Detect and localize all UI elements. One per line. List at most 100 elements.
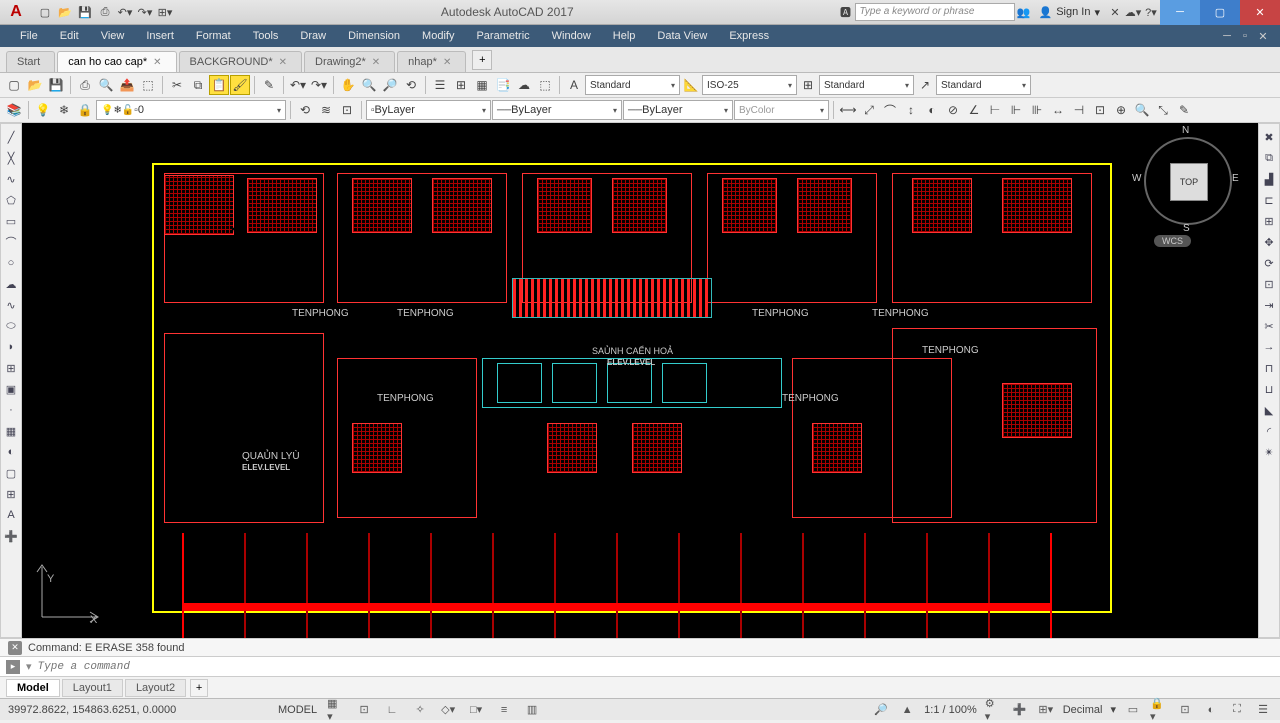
offset-icon[interactable]: ⊏ bbox=[1260, 191, 1278, 209]
tab-start[interactable]: Start bbox=[6, 51, 55, 72]
copy-icon[interactable]: ⧉ bbox=[188, 75, 208, 95]
hatch-icon[interactable]: ▦ bbox=[2, 422, 20, 440]
paste-icon[interactable]: 📋 bbox=[209, 75, 229, 95]
doc-close-icon[interactable]: ✕ bbox=[1256, 30, 1270, 43]
close-icon[interactable]: ✕ bbox=[153, 57, 161, 68]
mleaderstyle-icon[interactable]: ↗ bbox=[915, 75, 935, 95]
command-input[interactable] bbox=[38, 661, 1274, 673]
layeriso-icon[interactable]: ⊡ bbox=[337, 100, 357, 120]
redo-icon[interactable]: ↷▾ bbox=[309, 75, 329, 95]
3ddwf-icon[interactable]: ⬚ bbox=[138, 75, 158, 95]
polar-icon[interactable]: ✧ bbox=[411, 701, 429, 719]
trim-icon[interactable]: ✂ bbox=[1260, 317, 1278, 335]
snap-icon[interactable]: ⊡ bbox=[355, 701, 373, 719]
dcenter-icon[interactable]: ⊞ bbox=[451, 75, 471, 95]
plotstyle-dropdown[interactable]: ByColor bbox=[734, 100, 829, 120]
menu-view[interactable]: View bbox=[91, 28, 135, 44]
ortho-icon[interactable]: ∟ bbox=[383, 701, 401, 719]
arc-icon[interactable]: ⌒ bbox=[2, 233, 20, 251]
osnap-icon[interactable]: □▾ bbox=[467, 701, 485, 719]
xline-icon[interactable]: ╳ bbox=[2, 149, 20, 167]
revcloud-icon[interactable]: ☁ bbox=[2, 275, 20, 293]
layerprev-icon[interactable]: ⟲ bbox=[295, 100, 315, 120]
space-label[interactable]: MODEL bbox=[278, 704, 317, 716]
tab-nhap[interactable]: nhap*✕ bbox=[397, 51, 466, 72]
wcs-badge[interactable]: WCS bbox=[1154, 235, 1191, 247]
tablestyle-dropdown[interactable]: Standard bbox=[819, 75, 914, 95]
model-space[interactable]: TENPHONG TENPHONG TENPHONG TENPHONG TENP… bbox=[22, 123, 1258, 638]
cleanscreen-icon[interactable]: ⛶ bbox=[1228, 701, 1246, 719]
hwacc-icon[interactable]: ◐ bbox=[1202, 701, 1220, 719]
maximize-button[interactable]: ▢ bbox=[1200, 0, 1240, 25]
addselected-icon[interactable]: ➕ bbox=[2, 527, 20, 545]
exchange-icon[interactable]: ✕ bbox=[1106, 3, 1124, 21]
textstyle-icon[interactable]: A bbox=[564, 75, 584, 95]
close-icon[interactable]: ✕ bbox=[372, 57, 380, 68]
autodesk-icon[interactable]: 🅰 bbox=[837, 3, 855, 21]
grid-icon[interactable]: ▦ ▾ bbox=[327, 701, 345, 719]
table-icon[interactable]: ⊞ bbox=[2, 485, 20, 503]
qview-icon[interactable]: ▭ bbox=[1124, 701, 1142, 719]
dimstyle-icon[interactable]: 📐 bbox=[681, 75, 701, 95]
ws-icon[interactable]: ⊞▾ bbox=[1037, 701, 1055, 719]
markup-icon[interactable]: ☁ bbox=[514, 75, 534, 95]
dim-ord-icon[interactable]: ↕ bbox=[901, 100, 921, 120]
search-input[interactable]: Type a keyword or phrase bbox=[855, 3, 1015, 21]
zoomwin-icon[interactable]: 🔎 bbox=[380, 75, 400, 95]
new-tab-button[interactable]: + bbox=[472, 50, 492, 70]
qnew-icon[interactable]: ▢ bbox=[4, 75, 24, 95]
save-icon[interactable]: 💾 bbox=[46, 75, 66, 95]
scale-label[interactable]: 1:1 / 100% bbox=[924, 704, 977, 716]
add-layout-button[interactable]: + bbox=[190, 679, 208, 697]
lineweight-dropdown[interactable]: ── ByLayer bbox=[623, 100, 733, 120]
qprops-icon[interactable]: 🔎 bbox=[872, 701, 890, 719]
publish-icon[interactable]: 📤 bbox=[117, 75, 137, 95]
erase-icon[interactable]: ✖ bbox=[1260, 128, 1278, 146]
dimedit-icon[interactable]: ✎ bbox=[1174, 100, 1194, 120]
ellipse-icon[interactable]: ⬭ bbox=[2, 317, 20, 335]
qcalc-icon[interactable]: ⬚ bbox=[535, 75, 555, 95]
line-icon[interactable]: ╱ bbox=[2, 128, 20, 146]
help-icon[interactable]: ?▾ bbox=[1142, 3, 1160, 21]
menu-dataview[interactable]: Data View bbox=[647, 28, 717, 44]
dim-linear-icon[interactable]: ⟷ bbox=[838, 100, 858, 120]
tab-model[interactable]: Model bbox=[6, 679, 60, 697]
dim-radius-icon[interactable]: ◐ bbox=[922, 100, 942, 120]
annomon-icon[interactable]: ➕ bbox=[1011, 701, 1029, 719]
layerfilter-icon[interactable]: 💡 bbox=[33, 100, 53, 120]
a360-icon[interactable]: ☁▾ bbox=[1124, 3, 1142, 21]
dimjog-icon[interactable]: ⤡ bbox=[1153, 100, 1173, 120]
linetype-dropdown[interactable]: ── ByLayer bbox=[492, 100, 622, 120]
circle-icon[interactable]: ○ bbox=[2, 254, 20, 272]
break-icon[interactable]: ⊓ bbox=[1260, 359, 1278, 377]
tolerance-icon[interactable]: ⊡ bbox=[1090, 100, 1110, 120]
properties-icon[interactable]: ☰ bbox=[430, 75, 450, 95]
tab-layout1[interactable]: Layout1 bbox=[62, 679, 123, 697]
minimize-button[interactable]: ─ bbox=[1160, 0, 1200, 25]
dimstyle-dropdown[interactable]: ISO-25 bbox=[702, 75, 797, 95]
rotate-icon[interactable]: ⟳ bbox=[1260, 254, 1278, 272]
dim-space-icon[interactable]: ↔ bbox=[1048, 100, 1068, 120]
infocenter-icon[interactable]: 👥 bbox=[1015, 3, 1033, 21]
tab-layout2[interactable]: Layout2 bbox=[125, 679, 186, 697]
lwt-icon[interactable]: ≡ bbox=[495, 701, 513, 719]
block-icon[interactable]: ▣ bbox=[2, 380, 20, 398]
toolpal-icon[interactable]: ▦ bbox=[472, 75, 492, 95]
pline-icon[interactable]: ∿ bbox=[2, 170, 20, 188]
spline-icon[interactable]: ∿ bbox=[2, 296, 20, 314]
dim-quick-icon[interactable]: ⊢ bbox=[985, 100, 1005, 120]
menu-tools[interactable]: Tools bbox=[243, 28, 289, 44]
menu-file[interactable]: File bbox=[10, 28, 48, 44]
move-icon[interactable]: ✥ bbox=[1260, 233, 1278, 251]
isolate-icon[interactable]: ⊡ bbox=[1176, 701, 1194, 719]
zoomprev-icon[interactable]: ⟲ bbox=[401, 75, 421, 95]
cmdline-icon[interactable]: ▸ bbox=[6, 660, 20, 674]
array-icon[interactable]: ⊞ bbox=[1260, 212, 1278, 230]
layerfreeze-icon[interactable]: ❄ bbox=[54, 100, 74, 120]
point-icon[interactable]: · bbox=[2, 401, 20, 419]
open-icon[interactable]: 📂 bbox=[25, 75, 45, 95]
extend-icon[interactable]: → bbox=[1260, 338, 1278, 356]
layerstate-icon[interactable]: ≋ bbox=[316, 100, 336, 120]
matchprop-icon[interactable]: 🖌 bbox=[230, 75, 250, 95]
menu-insert[interactable]: Insert bbox=[136, 28, 184, 44]
